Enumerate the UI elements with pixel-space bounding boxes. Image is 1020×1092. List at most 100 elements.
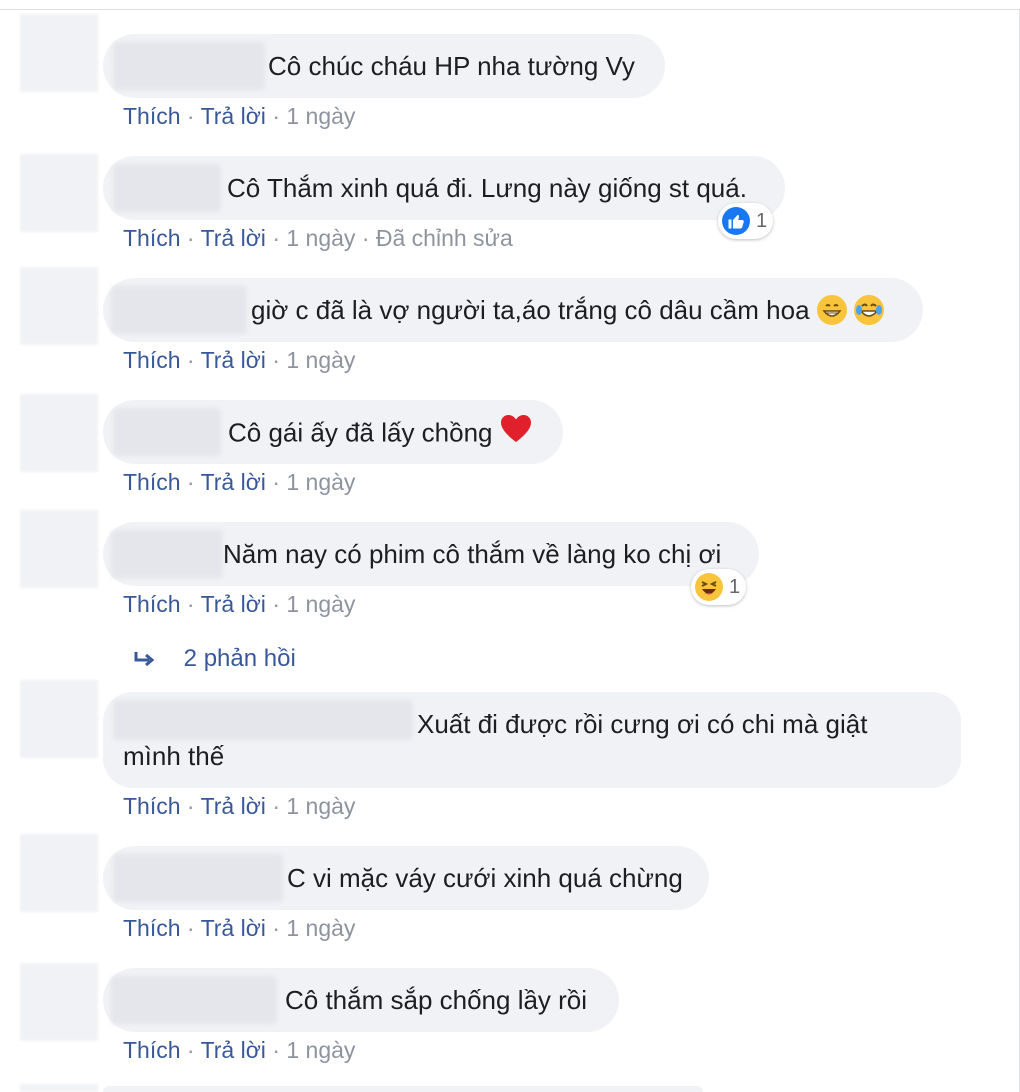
timestamp[interactable]: 1 ngày	[286, 469, 355, 495]
reply-link[interactable]: Trả lời	[201, 347, 266, 373]
comment-bubble: Cô chúc cháu HP nha tường Vy	[103, 34, 665, 98]
timestamp[interactable]: 1 ngày	[286, 225, 355, 251]
reaction-badge[interactable]: 1	[691, 569, 747, 605]
comment-actions: Thích · Trả lời · 1 ngày	[123, 468, 355, 496]
comment-actions: Thích · Trả lời · 1 ngày	[123, 1036, 355, 1064]
like-link[interactable]: Thích	[123, 1037, 181, 1063]
reply-arrow-icon	[133, 645, 164, 672]
separator: ·	[186, 915, 195, 941]
avatar[interactable]	[20, 510, 98, 588]
separator: ·	[272, 1037, 280, 1063]
like-link[interactable]: Thích	[123, 225, 181, 251]
haha-icon	[695, 573, 723, 601]
avatar[interactable]	[20, 14, 98, 92]
author-name-blurred[interactable]	[111, 530, 223, 578]
avatar[interactable]	[20, 963, 98, 1041]
like-link[interactable]: Thích	[123, 103, 181, 129]
replies-count-label[interactable]: 2 phản hồi	[184, 645, 296, 672]
avatar[interactable]	[20, 154, 98, 232]
reply-link[interactable]: Trả lời	[201, 225, 266, 251]
like-link[interactable]: Thích	[123, 915, 181, 941]
separator: ·	[361, 225, 370, 251]
separator: ·	[272, 469, 280, 495]
comment-text-content: giờ c đã là vợ người ta,áo trắng cô dâu …	[251, 295, 810, 325]
comment-bubble: Năm nay có phim cô thắm về làng ko chị ơ…	[103, 522, 759, 586]
author-name-blurred[interactable]	[113, 700, 413, 740]
separator: ·	[186, 469, 195, 495]
timestamp[interactable]: 1 ngày	[286, 591, 355, 617]
reply-link[interactable]: Trả lời	[201, 915, 266, 941]
avatar[interactable]	[20, 267, 98, 345]
timestamp[interactable]: 1 ngày	[286, 1037, 355, 1063]
author-name-blurred[interactable]	[111, 286, 247, 334]
comment-text: giờ c đã là vợ người ta,áo trắng cô dâu …	[251, 294, 884, 327]
tears-of-joy-emoji-icon	[854, 295, 884, 326]
comment-actions: Thích · Trả lời · 1 ngày	[123, 102, 355, 130]
comment-text: Cô Thắm xinh quá đi. Lưng này giống st q…	[227, 173, 747, 203]
comment-text-line2: mình thế	[123, 741, 225, 771]
comment-actions: Thích · Trả lời · 1 ngày	[123, 914, 355, 942]
red-heart-emoji-icon	[500, 414, 532, 451]
author-name-blurred[interactable]	[113, 164, 221, 212]
separator: ·	[272, 225, 280, 251]
reply-link[interactable]: Trả lời	[201, 793, 266, 819]
separator: ·	[186, 347, 195, 373]
timestamp[interactable]: 1 ngày	[286, 915, 355, 941]
comment-text: C vi mặc váy cưới xinh quá chừng	[287, 863, 683, 893]
comment-actions: Thích · Trả lời · 1 ngày	[123, 792, 355, 820]
separator: ·	[272, 591, 280, 617]
like-link[interactable]: Thích	[123, 591, 181, 617]
reaction-badge[interactable]: 1	[718, 203, 774, 239]
reply-link[interactable]: Trả lời	[201, 469, 266, 495]
separator: ·	[186, 225, 195, 251]
comment-bubble: Cô thắm sắp chống lầy rồi	[103, 968, 619, 1032]
separator: ·	[186, 103, 195, 129]
comment-text-content: Cô gái ấy đã lấy chồng	[228, 417, 493, 448]
comment-bubble: Cô Thắm xinh quá đi. Lưng này giống st q…	[103, 156, 785, 220]
comment-text-line1: Xuất đi được rồi cưng ơi có chi mà giật	[417, 709, 868, 739]
reply-link[interactable]: Trả lời	[201, 103, 266, 129]
comment-bubble: Xuất đi được rồi cưng ơi có chi mà giật …	[103, 692, 961, 788]
author-name-blurred[interactable]	[113, 408, 221, 456]
separator: ·	[186, 793, 195, 819]
avatar[interactable]	[20, 680, 98, 758]
reply-link[interactable]: Trả lời	[201, 591, 266, 617]
reply-link[interactable]: Trả lời	[201, 1037, 266, 1063]
top-divider	[0, 9, 1020, 10]
like-link[interactable]: Thích	[123, 793, 181, 819]
comment-text: Năm nay có phim cô thắm về làng ko chị ơ…	[223, 539, 722, 569]
comment-text: Cô thắm sắp chống lầy rồi	[285, 985, 588, 1015]
author-name-blurred[interactable]	[113, 854, 283, 902]
separator: ·	[186, 591, 195, 617]
view-replies-link[interactable]: 2 phản hồi	[133, 645, 296, 673]
like-link[interactable]: Thích	[123, 469, 181, 495]
author-name-blurred[interactable]	[113, 42, 265, 90]
like-icon	[722, 207, 750, 235]
separator: ·	[272, 915, 280, 941]
reaction-count: 1	[729, 575, 741, 598]
comment-bubble-partial	[103, 1086, 703, 1092]
edited-label[interactable]: Đã chỉnh sửa	[376, 225, 513, 251]
separator: ·	[272, 347, 280, 373]
separator: ·	[186, 1037, 195, 1063]
avatar[interactable]	[20, 394, 98, 472]
timestamp[interactable]: 1 ngày	[286, 103, 355, 129]
comment-actions: Thích · Trả lời · 1 ngày	[123, 346, 355, 374]
comment-text: Cô chúc cháu HP nha tường Vy	[268, 51, 635, 81]
comment-actions: Thích · Trả lời · 1 ngày	[123, 590, 355, 618]
comment-text: Cô gái ấy đã lấy chồng	[228, 414, 532, 453]
reaction-count: 1	[756, 209, 768, 232]
timestamp[interactable]: 1 ngày	[286, 347, 355, 373]
comment-bubble: Cô gái ấy đã lấy chồng	[103, 400, 563, 464]
comment-bubble: giờ c đã là vợ người ta,áo trắng cô dâu …	[103, 278, 923, 342]
grinning-face-emoji-icon	[816, 295, 847, 326]
avatar[interactable]	[20, 1084, 98, 1092]
separator: ·	[272, 793, 280, 819]
avatar[interactable]	[20, 834, 98, 912]
comment-bubble: C vi mặc váy cưới xinh quá chừng	[103, 846, 709, 910]
separator: ·	[272, 103, 280, 129]
timestamp[interactable]: 1 ngày	[286, 793, 355, 819]
like-link[interactable]: Thích	[123, 347, 181, 373]
comment-actions: Thích · Trả lời · 1 ngày · Đã chỉnh sửa	[123, 224, 513, 252]
author-name-blurred[interactable]	[111, 976, 277, 1024]
